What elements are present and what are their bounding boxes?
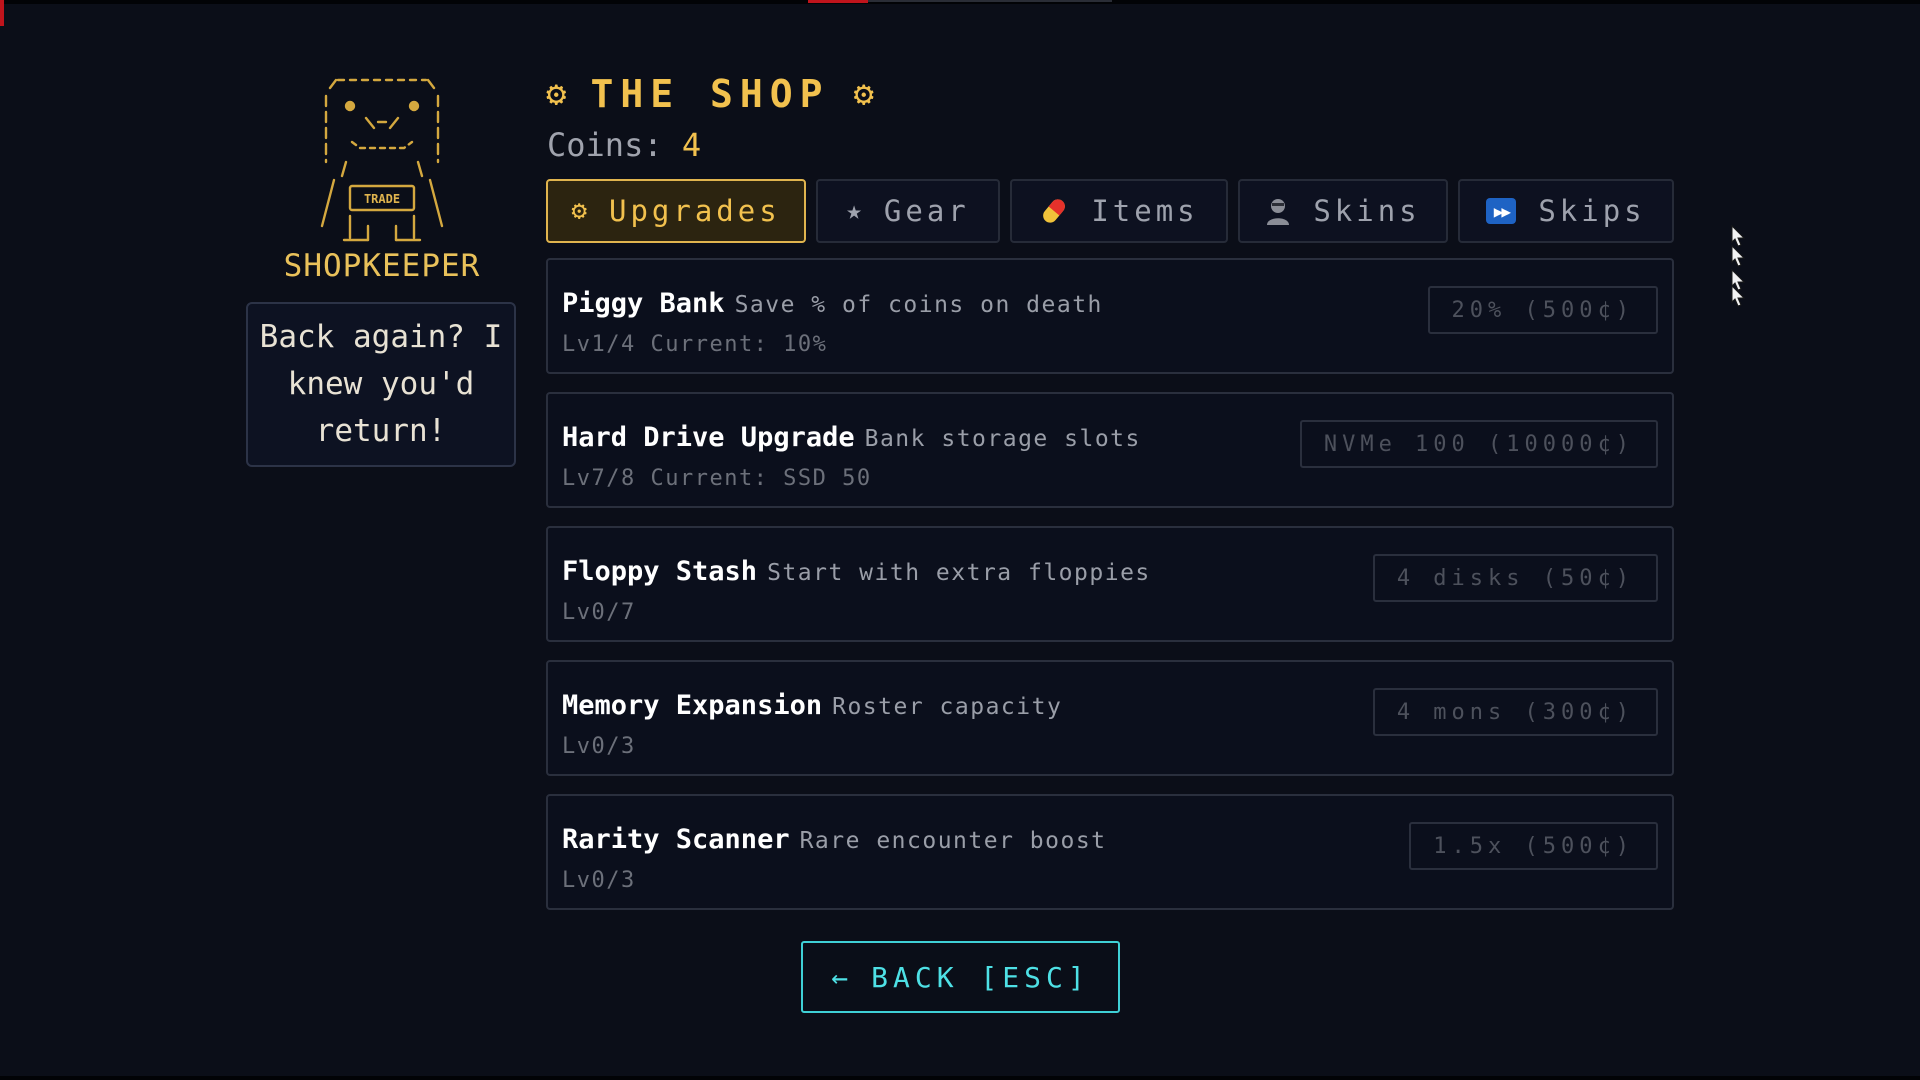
item-level: Lv7/8 Current: SSD 50 — [562, 466, 872, 491]
coins-label: Coins: — [547, 126, 663, 164]
shop-title-text: THE SHOP — [590, 72, 830, 116]
coin-counter: Coins: 4 — [547, 126, 701, 164]
buy-button[interactable]: 4 mons (300¢) — [1372, 688, 1658, 736]
tab-label: Items — [1091, 194, 1199, 228]
tab-label: Upgrades — [608, 194, 781, 228]
back-arrow-icon: ← — [831, 960, 854, 994]
tab-label: Skips — [1538, 194, 1646, 228]
item-name: Piggy Bank — [562, 288, 725, 319]
back-label: BACK [ESC] — [871, 960, 1090, 994]
coins-value: 4 — [681, 126, 702, 164]
item-description: Bank storage slots — [864, 426, 1141, 452]
item-level: Lv1/4 Current: 10% — [562, 332, 828, 357]
list-item: Rarity Scanner Rare encounter boost Lv0/3… — [546, 794, 1674, 910]
top-left-red-marker — [0, 0, 4, 26]
shop-title: ⚙ THE SHOP ⚙ — [546, 72, 874, 116]
list-item: Hard Drive Upgrade Bank storage slots Lv7… — [546, 392, 1674, 508]
shopkeeper-speech-text: Back again? I knew you'd return! — [259, 319, 503, 449]
fast-forward-icon: ▶▶ — [1486, 198, 1517, 224]
tab-gear[interactable]: ★ Gear — [816, 179, 1000, 243]
item-level: Lv0/3 — [562, 734, 636, 759]
item-description: Save % of coins on death — [734, 292, 1103, 318]
gear-icon: ⚙ — [853, 74, 874, 114]
list-item: Memory Expansion Roster capacity Lv0/3 4 … — [546, 660, 1674, 776]
gear-icon: ⚙ — [571, 196, 587, 226]
item-name: Rarity Scanner — [562, 824, 790, 855]
item-name: Floppy Stash — [562, 556, 758, 587]
back-button[interactable]: ← BACK [ESC] — [801, 941, 1120, 1013]
gear-icon: ⚙ — [546, 74, 567, 114]
top-red-marker — [808, 0, 868, 3]
list-item: Floppy Stash Start with extra floppies Lv… — [546, 526, 1674, 642]
person-icon — [1265, 197, 1291, 225]
item-description: Start with extra floppies — [767, 560, 1151, 586]
buy-button[interactable]: 1.5x (500¢) — [1409, 822, 1658, 870]
tab-skins[interactable]: Skins — [1238, 179, 1448, 243]
window-top-edge — [0, 0, 1920, 26]
item-name: Memory Expansion — [562, 690, 823, 721]
shopkeeper-speech-bubble: Back again? I knew you'd return! — [246, 302, 516, 467]
shopkeeper-name: SHOPKEEPER — [283, 248, 481, 284]
tab-skips[interactable]: ▶▶ Skips — [1458, 179, 1674, 243]
buy-button[interactable]: 20% (500¢) — [1427, 286, 1658, 334]
tab-label: Skins — [1313, 194, 1421, 228]
list-item: Piggy Bank Save % of coins on death Lv1/4… — [546, 258, 1674, 374]
shopkeeper-ascii-art: TRADE — [320, 78, 444, 242]
item-level: Lv0/3 — [562, 868, 636, 893]
item-level: Lv0/7 — [562, 600, 636, 625]
window-bottom-edge — [0, 1076, 1920, 1080]
buy-button[interactable]: NVMe 100 (10000¢) — [1299, 420, 1658, 468]
item-name: Hard Drive Upgrade — [562, 422, 855, 453]
item-description: Roster capacity — [832, 694, 1063, 720]
top-gray-marker — [868, 0, 1112, 2]
item-description: Rare encounter boost — [799, 828, 1107, 854]
tab-upgrades[interactable]: ⚙ Upgrades — [546, 179, 806, 243]
shopkeeper-sign-text: TRADE — [364, 192, 400, 206]
tab-items[interactable]: Items — [1010, 179, 1228, 243]
tab-label: Gear — [883, 194, 970, 228]
buy-button[interactable]: 4 disks (50¢) — [1372, 554, 1658, 602]
mouse-cursor-icon — [1731, 224, 1746, 307]
pill-icon — [1039, 196, 1069, 226]
star-icon: ★ — [846, 196, 862, 226]
